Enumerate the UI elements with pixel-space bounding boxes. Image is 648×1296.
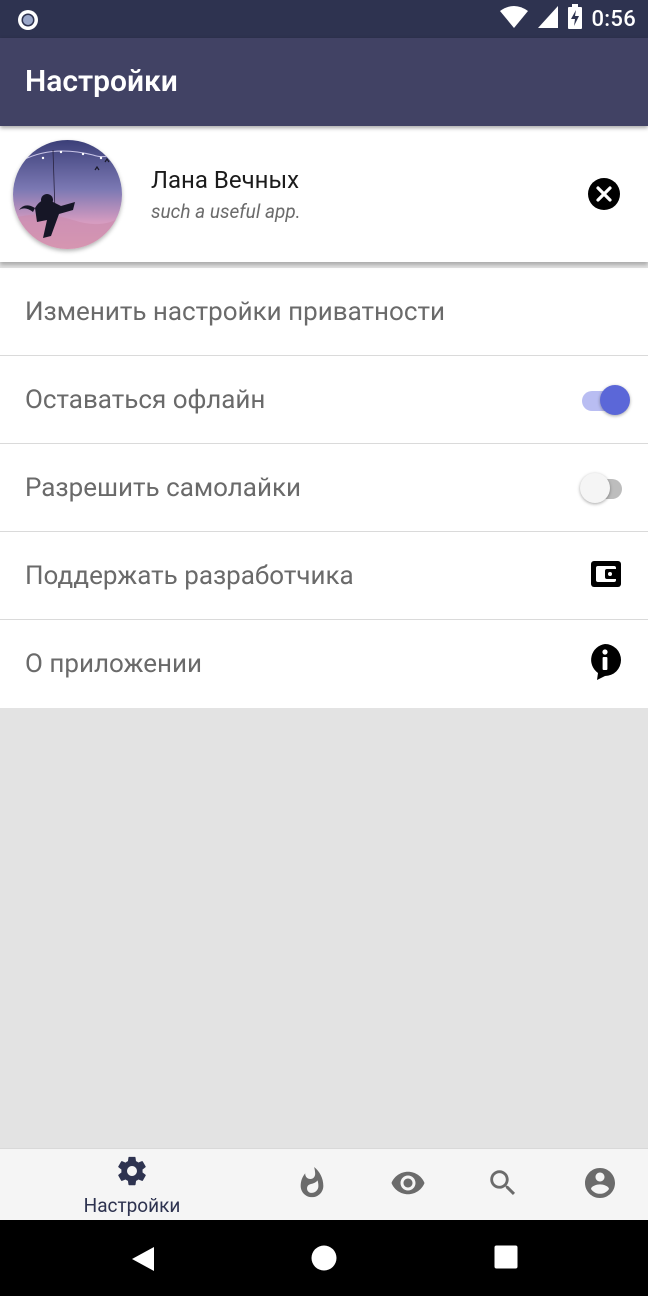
nav-settings[interactable]: Настройки — [72, 1149, 192, 1221]
flame-icon — [295, 1165, 329, 1205]
nav-account[interactable] — [570, 1149, 630, 1221]
account-icon — [582, 1165, 618, 1205]
bottom-navigation: Настройки — [0, 1148, 648, 1220]
battery-charging-icon — [567, 4, 583, 34]
wifi-icon — [499, 5, 529, 33]
list-item-label: Оставаться офлайн — [25, 385, 266, 415]
home-icon[interactable] — [311, 1245, 337, 1275]
list-item-label: Изменить настройки приватности — [25, 297, 445, 327]
nav-guests[interactable] — [378, 1149, 438, 1221]
self-likes-item[interactable]: Разрешить самолайки — [0, 444, 648, 532]
profile-name: Лана Вечных — [151, 166, 300, 194]
stay-offline-item[interactable]: Оставаться офлайн — [0, 356, 648, 444]
page-title: Настройки — [25, 64, 178, 99]
stay-offline-switch[interactable] — [582, 385, 630, 415]
close-circle-icon[interactable] — [587, 177, 621, 211]
privacy-settings-item[interactable]: Изменить настройки приватности — [0, 268, 648, 356]
avatar[interactable] — [13, 140, 122, 249]
settings-list: Изменить настройки приватности Оставатьс… — [0, 268, 648, 708]
recents-icon[interactable] — [494, 1245, 518, 1273]
support-developer-item[interactable]: Поддержать разработчика — [0, 532, 648, 620]
back-icon[interactable] — [130, 1245, 156, 1277]
list-item-label: Разрешить самолайки — [25, 473, 302, 503]
profile-card[interactable]: Лана Вечных such a useful app. — [0, 126, 648, 262]
self-likes-switch[interactable] — [580, 473, 622, 503]
eye-icon — [390, 1165, 426, 1205]
clock: 0:56 — [591, 6, 636, 32]
app-bar: Настройки — [0, 38, 648, 126]
system-navigation-bar — [0, 1220, 648, 1296]
nav-hot[interactable] — [282, 1149, 342, 1221]
settings-icon — [115, 1154, 149, 1192]
signal-icon — [537, 5, 559, 33]
info-icon — [588, 643, 622, 685]
nav-search[interactable] — [473, 1149, 533, 1221]
status-bar: 0:56 — [0, 0, 648, 38]
nav-settings-label: Настройки — [83, 1193, 181, 1217]
list-item-label: О приложении — [25, 649, 202, 679]
wallet-icon — [590, 559, 622, 593]
profile-status: such a useful app. — [151, 200, 301, 223]
search-icon — [486, 1166, 520, 1204]
about-app-item[interactable]: О приложении — [0, 620, 648, 708]
notification-circle-icon — [16, 8, 40, 32]
list-item-label: Поддержать разработчика — [25, 561, 354, 591]
